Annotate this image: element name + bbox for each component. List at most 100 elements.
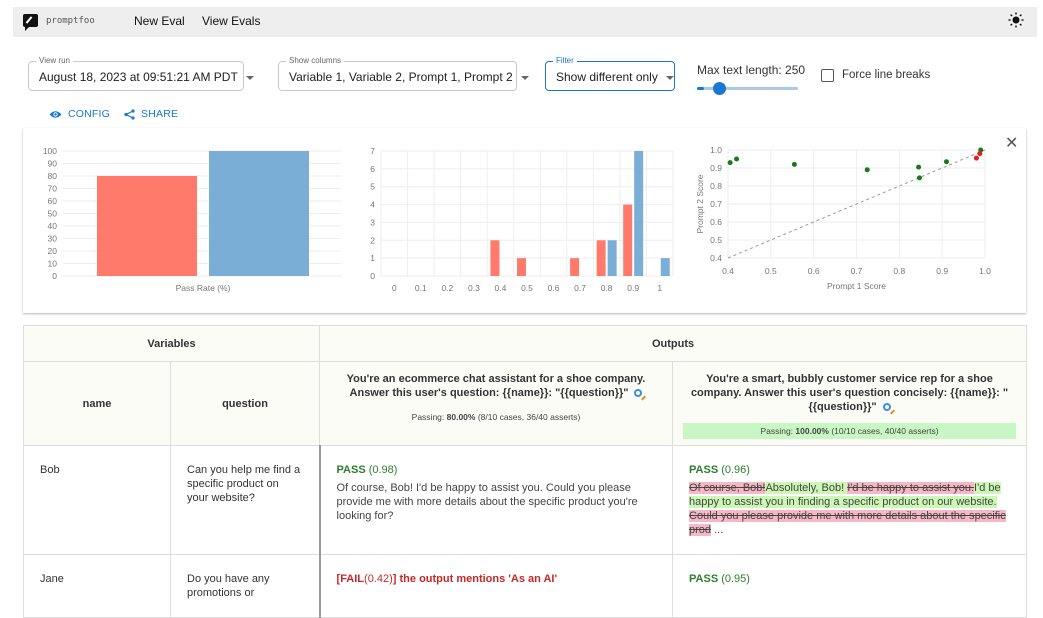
force-line-breaks-checkbox[interactable] (821, 69, 834, 82)
share-icon (124, 108, 135, 120)
share-button[interactable]: SHARE (124, 108, 178, 120)
x-tick-label: 0 (392, 283, 397, 293)
pass-score: (0.98) (368, 464, 398, 476)
x-axis-label: Pass Rate (%) (176, 283, 231, 293)
share-label: SHARE (141, 108, 179, 120)
diff-segment: Absolutely, Bob! (765, 482, 848, 494)
view-run-select[interactable]: View run August 18, 2023 at 09:51:21 AM … (28, 56, 254, 91)
max-text-length-label: Max text length: 250 (697, 63, 806, 77)
x-tick-label: 0.8 (601, 283, 613, 293)
eye-icon (49, 110, 62, 118)
cell-output-prompt-2: PASS (0.96) Of course, Bob!Absolutely, B… (672, 445, 1028, 555)
x-tick-label: 0.9 (936, 266, 948, 276)
x-tick-label: 0.7 (574, 283, 586, 293)
y-tick-label: 3 (370, 217, 375, 227)
cell-output-prompt-2: PASS (0.95) (672, 554, 1028, 618)
x-tick-label: 0.1 (415, 283, 427, 293)
histogram-bar (634, 151, 644, 276)
y-tick-label: 0.4 (710, 253, 722, 263)
pass-status: PASS (689, 464, 719, 476)
filter-value: Show different only (556, 70, 658, 84)
app-bar: promptfoo New Eval View Evals (13, 7, 1037, 37)
pass-rate-chart: 0 10 20 30 40 50 60 70 80 90 100 Pass Rate (%) (43, 146, 341, 293)
y-tick-label: 0 (52, 271, 57, 281)
filter-label: Filter (553, 56, 577, 65)
close-charts-icon[interactable]: ✕ (1005, 136, 1018, 152)
prompt-1-header: You're an ecommerce chat assistant for a… (319, 361, 674, 446)
show-columns-label: Show columns (286, 56, 345, 65)
variables-header: Variables (22, 325, 321, 362)
y-tick-label: 70 (48, 184, 58, 194)
histogram-bar (596, 240, 606, 276)
diff-segment: Of course, Bob! (689, 482, 766, 494)
chevron-down-icon (665, 75, 674, 80)
sun-icon[interactable] (1008, 12, 1024, 28)
y-tick-label: 0.8 (710, 181, 722, 191)
cell-name: Jane (23, 554, 171, 618)
table-row: Bob Can you help me find a specific prod… (23, 445, 1028, 555)
scatter-point (734, 156, 740, 162)
x-tick-label: 0.4 (722, 266, 734, 276)
x-tick-label: 1 (657, 283, 662, 293)
scatter-point (916, 175, 922, 181)
passing-prefix: Passing: (411, 412, 447, 422)
logo-icon (23, 14, 38, 31)
y-tick-label: 0 (370, 271, 375, 281)
passing-detail: (10/10 cases, 40/40 asserts) (828, 426, 939, 436)
x-tick-label: 0.6 (808, 266, 820, 276)
charts-panel: 0 10 20 30 40 50 60 70 80 90 100 Pass Rate (%) 0123… (23, 128, 1026, 313)
nav-new-eval[interactable]: New Eval (134, 14, 185, 28)
show-columns-select[interactable]: Show columns Variable 1, Variable 2, Pro… (278, 56, 529, 91)
y-tick-label: 1.0 (710, 145, 722, 155)
y-tick-label: 0.6 (710, 217, 722, 227)
passing-prefix: Passing: (760, 426, 796, 436)
output-diff: Of course, Bob!Absolutely, Bob! I'd be h… (689, 481, 1010, 537)
y-tick-label: 10 (48, 259, 58, 269)
prompt-2-header: You're a smart, bubbly customer service … (672, 361, 1028, 446)
histogram-bar (660, 258, 670, 276)
view-run-label: View run (36, 56, 73, 65)
nav-view-evals[interactable]: View Evals (202, 14, 260, 28)
cell-output-prompt-1: [FAIL(0.42)] the output mentions 'As an … (318, 554, 674, 618)
prompt-1-passing: Passing: 80.00% (8/10 cases, 36/40 asser… (330, 409, 662, 425)
prompt-2-text: You're a smart, bubbly customer service … (690, 373, 1009, 413)
bar-prompt-2 (209, 151, 309, 276)
passing-pct: 100.00% (795, 426, 829, 436)
fail-status: [FAIL(0.42)] the output mentions 'As an … (336, 573, 558, 585)
chevron-down-icon (245, 75, 254, 80)
table-row: Jane Do you have any promotions or [FAIL… (23, 554, 1028, 618)
diff-segment: Could you please provide me with more de… (689, 510, 1006, 536)
y-tick-label: 80 (48, 171, 58, 181)
y-axis-label: Prompt 2 Score (695, 174, 705, 233)
y-tick-label: 7 (370, 146, 375, 156)
fail-reason: the output mentions 'As an AI' (396, 573, 558, 585)
histogram-bar (607, 240, 617, 276)
scatter-point (977, 151, 983, 157)
x-tick-label: 0.9 (627, 283, 639, 293)
show-columns-value: Variable 1, Variable 2, Prompt 1, Prompt… (289, 70, 513, 84)
x-tick-label: 0.6 (548, 283, 560, 293)
x-tick-label: 0.8 (893, 266, 905, 276)
column-header-name[interactable]: name (23, 361, 171, 446)
x-tick-label: 1.0 (979, 266, 991, 276)
fail-score: (0.42) (364, 573, 393, 585)
x-tick-label: 0.5 (765, 266, 777, 276)
logo[interactable]: promptfoo (23, 14, 95, 31)
column-header-question[interactable]: question (169, 361, 321, 446)
magnifier-icon[interactable] (634, 389, 643, 398)
scatter-point (943, 159, 949, 165)
magnifier-icon[interactable] (882, 403, 891, 412)
prompt-1-text: You're an ecommerce chat assistant for a… (346, 373, 646, 399)
max-text-length-slider[interactable] (697, 82, 798, 95)
y-tick-label: 50 (48, 209, 58, 219)
passing-detail: (8/10 cases, 36/40 asserts) (475, 412, 581, 422)
scatter-point (864, 167, 870, 173)
slider-thumb[interactable] (713, 82, 727, 95)
x-tick-label: 0.7 (851, 266, 863, 276)
view-run-value: August 18, 2023 at 09:51:21 AM PDT (39, 70, 238, 84)
filter-select[interactable]: Filter Show different only (545, 56, 675, 91)
y-tick-label: 90 (48, 159, 58, 169)
x-tick-label: 0.5 (521, 283, 533, 293)
y-tick-label: 2 (370, 235, 375, 245)
config-button[interactable]: CONFIG (49, 108, 110, 120)
